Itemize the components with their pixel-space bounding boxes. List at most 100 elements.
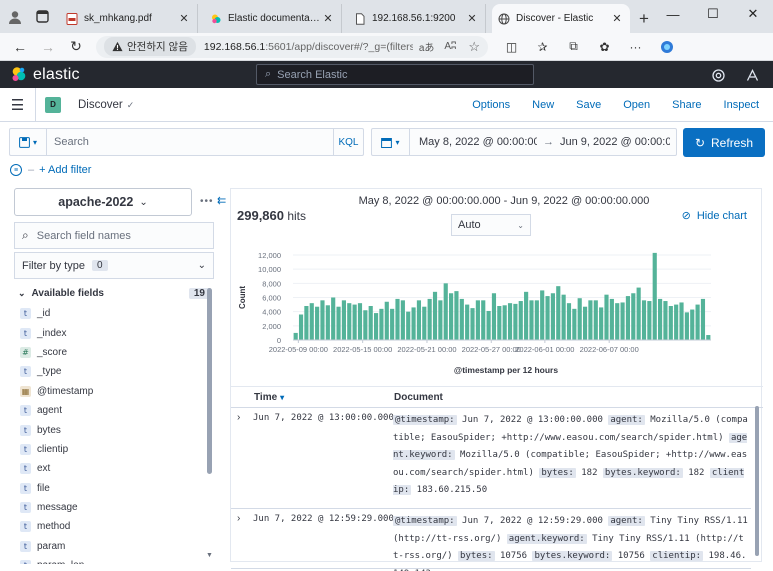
field-item[interactable]: t _id — [20, 304, 206, 323]
split-screen-icon[interactable]: ◫ — [496, 33, 527, 61]
chart-bar[interactable] — [674, 304, 679, 340]
chart-bar[interactable] — [357, 303, 363, 340]
histogram-chart[interactable]: 0 2,000 4,000 6,000 8,000 10,000 12,000 Count 20… — [231, 245, 763, 383]
table-scrollbar[interactable] — [755, 406, 759, 556]
chart-bar[interactable] — [572, 308, 577, 340]
chart-bar[interactable] — [636, 287, 641, 340]
reload-icon[interactable]: ↻ — [62, 33, 90, 61]
chart-bar[interactable] — [652, 252, 657, 340]
chart-bar[interactable] — [545, 296, 550, 340]
chart-bar[interactable] — [491, 293, 497, 340]
chart-bar[interactable] — [658, 298, 663, 340]
chart-bar[interactable] — [449, 293, 454, 340]
chart-bar[interactable] — [497, 306, 502, 340]
scroll-down-icon[interactable]: ▼ — [206, 552, 213, 559]
query-input[interactable]: Search — [47, 136, 333, 148]
open-link[interactable]: Open — [623, 99, 650, 111]
chart-bar[interactable] — [475, 300, 480, 340]
chart-bar[interactable] — [690, 309, 695, 340]
chart-bar[interactable] — [513, 303, 518, 340]
field-item[interactable]: # _score — [20, 343, 206, 362]
field-item[interactable]: t agent — [20, 401, 206, 420]
field-search-input[interactable]: ⌕ Search field names — [14, 222, 214, 249]
field-item[interactable]: t file — [20, 479, 206, 498]
space-avatar[interactable]: D — [45, 96, 61, 113]
chart-bar[interactable] — [293, 332, 298, 340]
expand-row-icon[interactable]: › — [237, 412, 240, 423]
chart-bar[interactable] — [422, 306, 427, 340]
chart-bar[interactable] — [700, 298, 706, 340]
collapse-sidebar-icon[interactable]: ⇇ — [217, 194, 226, 207]
field-item[interactable]: t message — [20, 498, 206, 517]
chart-bar[interactable] — [331, 297, 336, 341]
chart-bar[interactable] — [320, 300, 325, 340]
chart-bar[interactable] — [668, 306, 673, 340]
options-link[interactable]: Options — [472, 99, 510, 111]
more-options-icon[interactable]: ••• — [200, 196, 214, 207]
user-menu-icon[interactable] — [742, 65, 762, 85]
chart-bar[interactable] — [695, 304, 700, 340]
field-item[interactable]: t ext — [20, 459, 206, 478]
chart-bar[interactable] — [588, 300, 593, 340]
chart-bar[interactable] — [706, 335, 711, 340]
maximize-icon[interactable]: ☐ — [693, 0, 733, 28]
sidebar-scrollbar[interactable] — [207, 288, 212, 474]
chart-bar[interactable] — [325, 305, 330, 340]
close-tab-icon[interactable]: ✕ — [177, 12, 191, 25]
save-link[interactable]: Save — [576, 99, 601, 111]
chart-bar[interactable] — [309, 303, 314, 340]
time-column-header[interactable]: Time ▾ — [254, 392, 284, 403]
expand-row-icon[interactable]: › — [237, 513, 240, 524]
chart-bar[interactable] — [459, 298, 464, 340]
filter-by-type-button[interactable]: Filter by type 0 ⌄ — [14, 252, 214, 279]
field-item[interactable]: ▦ @timestamp — [20, 382, 206, 401]
chart-bar[interactable] — [625, 296, 631, 340]
chart-bar[interactable] — [647, 301, 652, 340]
chart-bar[interactable] — [347, 303, 352, 340]
field-item[interactable]: t method — [20, 517, 206, 536]
filter-options-icon[interactable]: ≡ — [10, 164, 22, 176]
chart-bar[interactable] — [486, 310, 491, 340]
start-date[interactable]: May 8, 2022 @ 00:00:00. — [419, 136, 537, 148]
close-tab-icon[interactable]: ✕ — [610, 12, 624, 25]
chart-bar[interactable] — [604, 294, 609, 340]
help-icon[interactable] — [708, 65, 728, 85]
chart-bar[interactable] — [352, 304, 357, 340]
close-tab-icon[interactable]: ✕ — [465, 12, 479, 25]
read-aloud-icon[interactable]: Aʭ — [444, 41, 456, 52]
available-fields-toggle[interactable]: ⌄ Available fields 19 — [18, 286, 210, 300]
chart-bar[interactable] — [368, 306, 373, 340]
chart-bar[interactable] — [432, 291, 438, 340]
profile-icon[interactable] — [0, 0, 30, 33]
collections-icon[interactable]: ⧉ — [558, 33, 589, 61]
chart-bar[interactable] — [443, 283, 448, 340]
url-field[interactable]: 안전하지 않음 192.168.56.1:5601/app/discover#/… — [96, 35, 488, 58]
chart-bar[interactable] — [550, 293, 555, 340]
tab-pdf[interactable]: sk_mhkang.pdf ✕ — [60, 4, 198, 33]
chart-bar[interactable] — [416, 300, 422, 340]
chart-bar[interactable] — [620, 302, 625, 340]
tab-discover[interactable]: Discover - Elastic ✕ — [492, 4, 630, 33]
chart-bar[interactable] — [454, 291, 459, 340]
field-item[interactable]: t clientip — [20, 440, 206, 459]
tab-actions-icon[interactable] — [30, 0, 54, 33]
chart-bar[interactable] — [609, 298, 614, 340]
chart-bar[interactable] — [406, 311, 411, 340]
extensions-icon[interactable]: ✿ — [589, 33, 620, 61]
breadcrumb[interactable]: Discover ✓ — [78, 99, 134, 111]
chart-bar[interactable] — [529, 300, 534, 340]
chart-bar[interactable] — [566, 303, 572, 340]
chart-bar[interactable] — [373, 313, 379, 340]
interval-select[interactable]: Auto ⌄ — [451, 214, 531, 236]
kql-toggle[interactable]: KQL — [333, 129, 363, 155]
chart-bar[interactable] — [298, 314, 304, 341]
chart-bar[interactable] — [577, 298, 582, 340]
menu-icon[interactable]: ☰ — [0, 87, 36, 122]
saved-query-button[interactable]: ▾ — [10, 129, 47, 155]
chart-bar[interactable] — [400, 300, 405, 340]
index-pattern-selector[interactable]: apache-2022 ⌄ — [14, 188, 192, 216]
chart-bar[interactable] — [384, 301, 389, 340]
inspect-link[interactable]: Inspect — [724, 99, 759, 111]
field-item[interactable]: t bytes — [20, 420, 206, 439]
chart-bar[interactable] — [641, 300, 647, 340]
